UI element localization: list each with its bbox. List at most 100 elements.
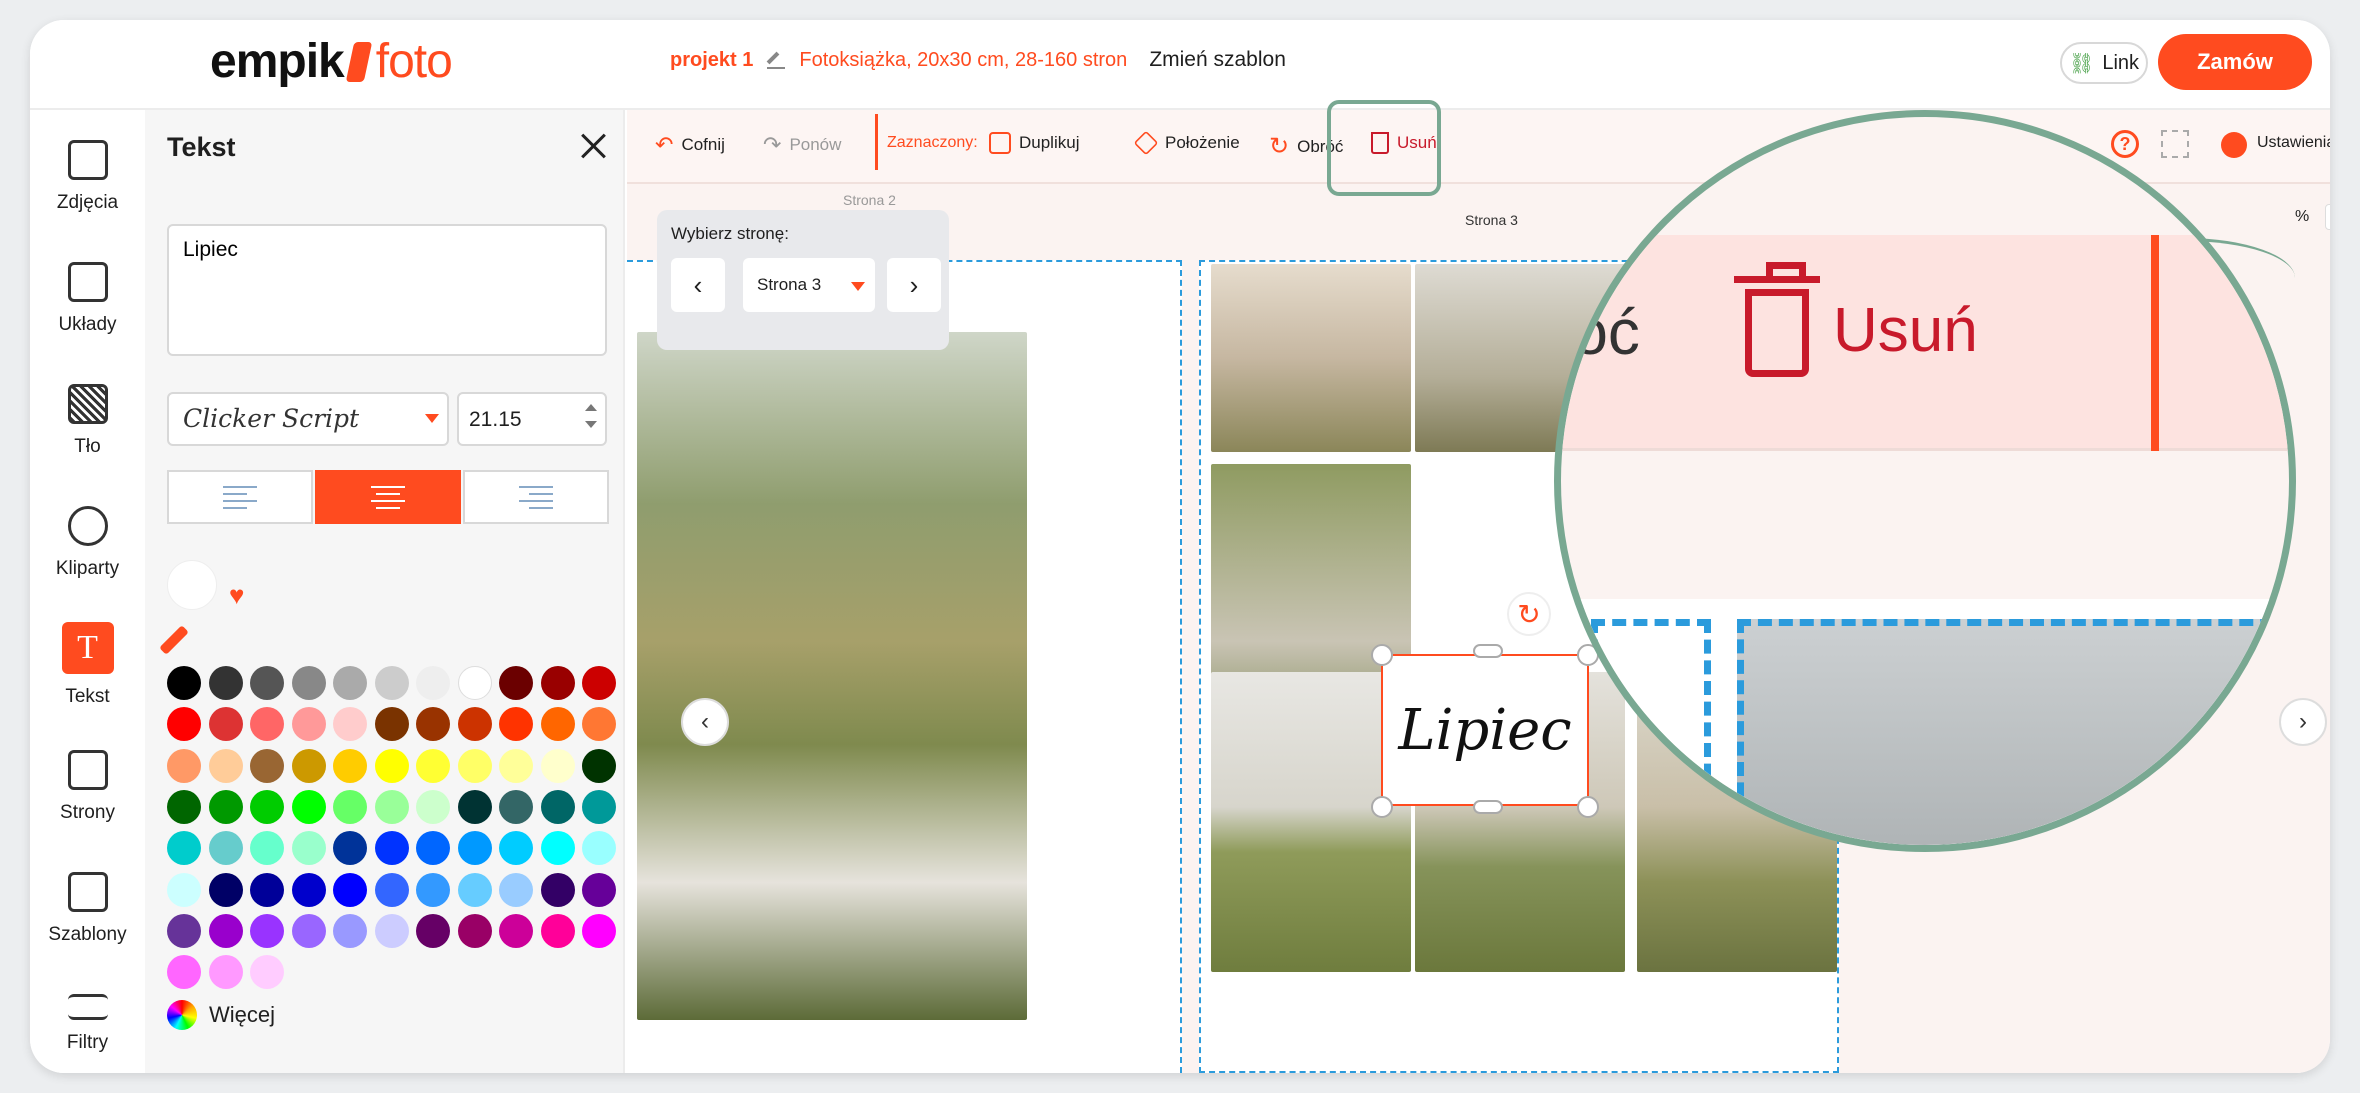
nav-item-uklady[interactable]: Układy <box>30 262 145 362</box>
nav-item-tekst[interactable]: T Tekst <box>30 622 145 722</box>
empik-foto-logo[interactable]: empik foto <box>210 34 453 89</box>
color-swatch[interactable] <box>167 831 201 866</box>
color-swatch[interactable] <box>499 872 533 907</box>
color-swatch[interactable] <box>457 748 492 783</box>
link-button[interactable]: ⛓ Link <box>2060 42 2148 84</box>
color-swatch[interactable] <box>499 789 533 824</box>
color-swatch[interactable] <box>540 707 575 742</box>
nav-item-tlo[interactable]: Tło <box>30 384 145 484</box>
color-swatch[interactable] <box>208 831 243 866</box>
color-swatch[interactable] <box>582 666 616 700</box>
color-swatch[interactable] <box>208 913 243 948</box>
color-swatch[interactable] <box>333 913 367 948</box>
color-swatch[interactable] <box>333 666 367 700</box>
nav-item-szablony[interactable]: Szablony <box>30 872 145 972</box>
color-swatch[interactable] <box>333 748 367 783</box>
color-swatch[interactable] <box>499 707 533 742</box>
text-input[interactable]: Lipiec <box>167 224 607 356</box>
color-swatch[interactable] <box>374 913 409 948</box>
color-swatch[interactable] <box>167 955 201 990</box>
color-swatch[interactable] <box>582 707 616 742</box>
color-swatch[interactable] <box>582 789 616 824</box>
color-swatch[interactable] <box>167 707 201 742</box>
change-template-link[interactable]: Zmień szablon <box>1149 48 1286 72</box>
color-swatch[interactable] <box>540 789 575 824</box>
color-swatch[interactable] <box>374 666 409 700</box>
font-size-input[interactable]: 21.15 <box>457 392 607 446</box>
color-swatch[interactable] <box>457 913 492 948</box>
help-icon[interactable]: ? <box>2111 130 2139 158</box>
gear-icon[interactable] <box>2221 132 2247 158</box>
color-swatch[interactable] <box>540 748 575 783</box>
next-page-button[interactable]: › <box>887 258 941 312</box>
prev-spread-button[interactable]: ‹ <box>681 698 729 746</box>
rotate-handle-icon[interactable]: ↻ <box>1507 592 1551 636</box>
duplicate-button[interactable]: Duplikuj <box>989 132 1079 154</box>
font-size-stepper[interactable] <box>581 398 601 440</box>
font-select[interactable]: Clicker Script <box>167 392 449 446</box>
color-swatch[interactable] <box>250 707 284 742</box>
color-swatch[interactable] <box>540 913 575 948</box>
color-swatch[interactable] <box>291 913 326 948</box>
color-swatch[interactable] <box>208 707 243 742</box>
color-swatch[interactable] <box>250 955 284 990</box>
color-swatch[interactable] <box>208 872 243 907</box>
resize-handle[interactable] <box>1371 644 1393 666</box>
settings-label[interactable]: Ustawienia <box>2257 134 2330 152</box>
resize-handle[interactable] <box>1473 800 1503 814</box>
undo-button[interactable]: ↶ Cofnij <box>655 132 725 158</box>
color-swatch[interactable] <box>291 748 326 783</box>
color-swatch[interactable] <box>250 748 284 783</box>
color-swatch[interactable] <box>457 831 492 866</box>
color-swatch[interactable] <box>250 831 284 866</box>
close-icon[interactable] <box>577 130 611 164</box>
photo-couple-picnic[interactable] <box>637 332 1027 1020</box>
color-swatch[interactable] <box>208 955 243 990</box>
fullscreen-icon[interactable] <box>2161 130 2189 158</box>
color-swatch[interactable] <box>250 666 284 700</box>
color-swatch[interactable] <box>333 872 367 907</box>
color-swatch[interactable] <box>333 789 367 824</box>
heart-icon[interactable]: ♥ <box>229 580 244 611</box>
color-swatch[interactable] <box>374 872 409 907</box>
color-swatch[interactable] <box>457 872 492 907</box>
align-center-button[interactable] <box>315 470 461 524</box>
color-swatch[interactable] <box>582 913 616 948</box>
color-swatch[interactable] <box>540 666 575 700</box>
page-select[interactable]: Strona 3 <box>743 258 875 312</box>
color-swatch[interactable] <box>582 831 616 866</box>
nav-item-kliparty[interactable]: Kliparty <box>30 506 145 606</box>
resize-handle[interactable] <box>1371 796 1393 818</box>
color-swatch[interactable] <box>250 789 284 824</box>
color-swatch[interactable] <box>374 789 409 824</box>
color-swatch[interactable] <box>291 707 326 742</box>
color-swatch[interactable] <box>416 872 450 907</box>
page-left[interactable] <box>627 260 1182 1073</box>
color-swatch[interactable] <box>540 831 575 866</box>
order-button[interactable]: Zamów <box>2158 34 2312 90</box>
color-swatch[interactable] <box>167 872 201 907</box>
align-left-button[interactable] <box>167 470 313 524</box>
color-swatch[interactable] <box>291 789 326 824</box>
nav-item-strony[interactable]: Strony <box>30 750 145 850</box>
color-swatch[interactable] <box>499 666 533 700</box>
redo-button[interactable]: ↷ Ponów <box>763 132 841 158</box>
color-swatch[interactable] <box>333 707 367 742</box>
color-swatch[interactable] <box>291 666 326 700</box>
color-swatch[interactable] <box>457 789 492 824</box>
color-swatch[interactable] <box>499 913 533 948</box>
zoom-reset-button[interactable]: reset <box>2325 204 2330 230</box>
color-swatch[interactable] <box>499 831 533 866</box>
color-swatch[interactable] <box>416 789 450 824</box>
color-swatch[interactable] <box>208 789 243 824</box>
align-right-button[interactable] <box>463 470 609 524</box>
color-swatch[interactable] <box>167 748 201 783</box>
color-swatch[interactable] <box>374 707 409 742</box>
color-swatch[interactable] <box>416 707 450 742</box>
position-button[interactable]: Położenie <box>1133 130 1240 156</box>
color-swatch[interactable] <box>416 666 450 700</box>
color-swatch[interactable] <box>291 831 326 866</box>
color-swatch[interactable] <box>167 913 201 948</box>
color-swatch[interactable] <box>291 872 326 907</box>
prev-page-button[interactable]: ‹ <box>671 258 725 312</box>
